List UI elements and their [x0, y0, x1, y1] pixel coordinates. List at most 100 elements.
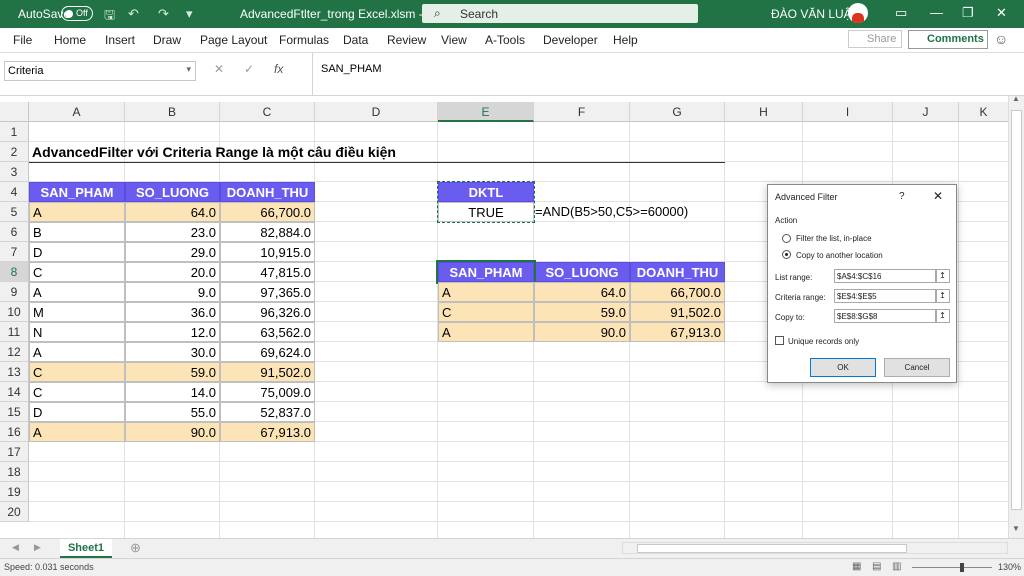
- result-cell[interactable]: A: [438, 282, 534, 302]
- cancel-button[interactable]: Cancel: [884, 358, 950, 377]
- result-cell[interactable]: C: [438, 302, 534, 322]
- share-button[interactable]: Share: [848, 30, 902, 48]
- search-box[interactable]: ⌕ Search: [422, 4, 698, 23]
- table-cell[interactable]: 20.0: [125, 262, 220, 282]
- result-cell[interactable]: 64.0: [534, 282, 630, 302]
- menu-file[interactable]: File: [13, 33, 32, 47]
- column-header[interactable]: K: [959, 102, 1008, 122]
- menu-review[interactable]: Review: [387, 33, 426, 47]
- table-cell[interactable]: 90.0: [125, 422, 220, 442]
- row-header[interactable]: 15: [0, 402, 29, 422]
- table-cell[interactable]: N: [29, 322, 125, 342]
- table-cell[interactable]: 67,913.0: [220, 422, 315, 442]
- insert-function-icon[interactable]: fx: [274, 62, 283, 76]
- column-header[interactable]: F: [534, 102, 630, 122]
- column-header[interactable]: E: [438, 102, 534, 122]
- row-header[interactable]: 4: [0, 182, 29, 202]
- restore-icon[interactable]: ❐: [962, 5, 974, 21]
- column-header[interactable]: I: [803, 102, 893, 122]
- table-cell[interactable]: 30.0: [125, 342, 220, 362]
- table-cell[interactable]: C: [29, 362, 125, 382]
- help-icon[interactable]: ?: [899, 191, 905, 202]
- unique-records-checkbox[interactable]: [775, 336, 784, 345]
- scroll-down-icon[interactable]: ▼: [1012, 524, 1020, 533]
- table-cell[interactable]: D: [29, 242, 125, 262]
- undo-icon[interactable]: ↶: [128, 6, 139, 22]
- table-cell[interactable]: A: [29, 282, 125, 302]
- sheet-title[interactable]: AdvancedFilter với Criteria Range là một…: [29, 142, 725, 162]
- horizontal-scrollbar[interactable]: [622, 542, 1008, 554]
- collapse-dialog-icon[interactable]: ↥: [935, 269, 950, 283]
- zoom-level[interactable]: 130%: [998, 562, 1021, 572]
- table-cell[interactable]: A: [29, 202, 125, 222]
- zoom-slider[interactable]: [912, 567, 992, 568]
- add-sheet-icon[interactable]: ⊕: [130, 540, 141, 556]
- table-cell[interactable]: 91,502.0: [220, 362, 315, 382]
- result-header[interactable]: DOANH_THU: [630, 262, 725, 282]
- result-cell[interactable]: 67,913.0: [630, 322, 725, 342]
- redo-icon[interactable]: ↷: [158, 6, 169, 22]
- close-icon[interactable]: ✕: [933, 189, 943, 203]
- table-header[interactable]: SAN_PHAM: [29, 182, 125, 202]
- table-cell[interactable]: B: [29, 222, 125, 242]
- column-header[interactable]: G: [630, 102, 725, 122]
- menu-formulas[interactable]: Formulas: [279, 33, 329, 47]
- table-cell[interactable]: 82,884.0: [220, 222, 315, 242]
- filter-in-place-radio[interactable]: [782, 234, 791, 243]
- column-header[interactable]: A: [29, 102, 125, 122]
- collapse-dialog-icon[interactable]: ↥: [935, 289, 950, 303]
- column-header[interactable]: H: [725, 102, 803, 122]
- select-all-corner[interactable]: [0, 102, 29, 122]
- feedback-icon[interactable]: ☺: [994, 31, 1008, 47]
- ok-button[interactable]: OK: [810, 358, 876, 377]
- copy-to-input[interactable]: $E$8:$G$8: [834, 309, 937, 323]
- table-cell[interactable]: 23.0: [125, 222, 220, 242]
- table-cell[interactable]: 29.0: [125, 242, 220, 262]
- table-cell[interactable]: A: [29, 342, 125, 362]
- table-cell[interactable]: 64.0: [125, 202, 220, 222]
- criteria-range-input[interactable]: $E$4:$E$5: [834, 289, 937, 303]
- column-header[interactable]: J: [893, 102, 959, 122]
- table-cell[interactable]: 75,009.0: [220, 382, 315, 402]
- row-header[interactable]: 9: [0, 282, 29, 302]
- normal-view-icon[interactable]: ▦: [852, 561, 861, 572]
- result-cell[interactable]: 66,700.0: [630, 282, 725, 302]
- row-header[interactable]: 16: [0, 422, 29, 442]
- menu-draw[interactable]: Draw: [153, 33, 181, 47]
- column-header[interactable]: C: [220, 102, 315, 122]
- row-header[interactable]: 20: [0, 502, 29, 522]
- row-header[interactable]: 1: [0, 122, 29, 142]
- result-header[interactable]: SO_LUONG: [534, 262, 630, 282]
- horizontal-scroll-thumb[interactable]: [637, 544, 907, 553]
- result-cell[interactable]: A: [438, 322, 534, 342]
- table-cell[interactable]: 66,700.0: [220, 202, 315, 222]
- table-cell[interactable]: 63,562.0: [220, 322, 315, 342]
- list-range-input[interactable]: $A$4:$C$16: [834, 269, 937, 283]
- row-header[interactable]: 7: [0, 242, 29, 262]
- menu-page-layout[interactable]: Page Layout: [200, 33, 267, 47]
- vertical-scroll-thumb[interactable]: [1011, 110, 1022, 510]
- user-name[interactable]: ĐÀO VĂN LUẬN: [771, 7, 860, 21]
- row-header[interactable]: 12: [0, 342, 29, 362]
- row-header[interactable]: 17: [0, 442, 29, 462]
- customize-quick-access-icon[interactable]: ▾: [186, 6, 193, 22]
- menu-home[interactable]: Home: [54, 33, 86, 47]
- table-cell[interactable]: A: [29, 422, 125, 442]
- zoom-slider-thumb[interactable]: [960, 563, 964, 572]
- result-cell[interactable]: 90.0: [534, 322, 630, 342]
- table-cell[interactable]: D: [29, 402, 125, 422]
- column-header[interactable]: D: [315, 102, 438, 122]
- filter-in-place-label[interactable]: Filter the list, in-place: [796, 234, 872, 243]
- collapse-dialog-icon[interactable]: ↥: [935, 309, 950, 323]
- row-header[interactable]: 5: [0, 202, 29, 222]
- table-cell[interactable]: 36.0: [125, 302, 220, 322]
- row-header[interactable]: 18: [0, 462, 29, 482]
- table-header[interactable]: DOANH_THU: [220, 182, 315, 202]
- page-layout-view-icon[interactable]: ▤: [872, 561, 881, 572]
- row-header[interactable]: 19: [0, 482, 29, 502]
- row-header[interactable]: 13: [0, 362, 29, 382]
- menu-data[interactable]: Data: [343, 33, 368, 47]
- prev-sheet-icon[interactable]: ◀: [12, 542, 19, 553]
- table-cell[interactable]: 55.0: [125, 402, 220, 422]
- table-cell[interactable]: 69,624.0: [220, 342, 315, 362]
